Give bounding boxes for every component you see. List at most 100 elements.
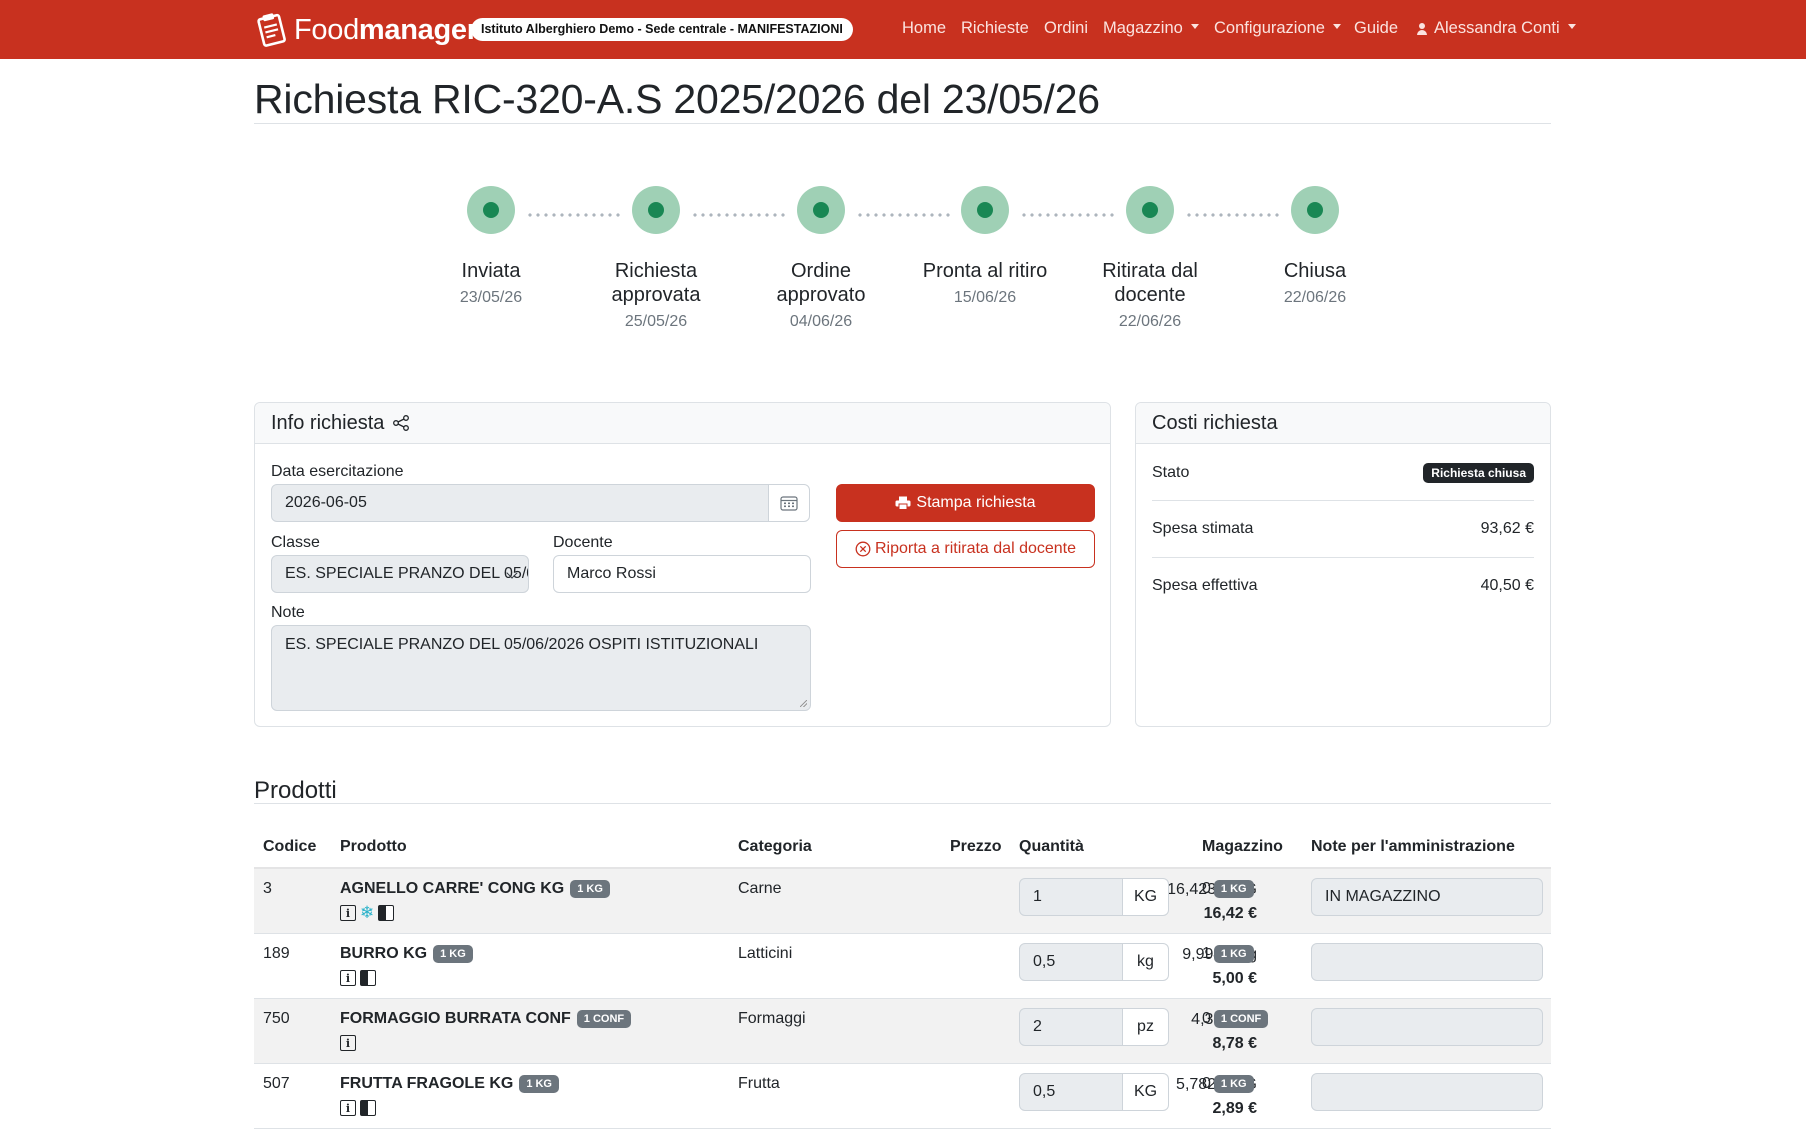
- chevron-down-icon: [1567, 24, 1576, 30]
- cell-prodotto: BURRO KG 1 KG: [340, 945, 473, 963]
- cell-prodotto: FORMAGGIO BURRATA CONF 1 CONF: [340, 1010, 632, 1028]
- docente-label: Docente: [553, 534, 613, 551]
- step-ordine-approvato: Ordine approvato 04/06/26: [746, 186, 896, 331]
- column-header-quantita: Quantità: [1019, 838, 1084, 855]
- info-icon[interactable]: i: [340, 970, 356, 986]
- product-name: FRUTTA FRAGOLE KG: [340, 1075, 514, 1092]
- divider: [1152, 557, 1534, 558]
- admin-note-input[interactable]: [1311, 1008, 1543, 1046]
- user-name: Alessandra Conti: [1434, 19, 1560, 37]
- product-name: BURRO KG: [340, 945, 428, 962]
- cell-magazzino: 01 KG: [1202, 880, 1254, 898]
- table-row: 507 FRUTTA FRAGOLE KG 1 KG i Frutta 5,782…: [254, 1064, 1551, 1129]
- step-date: 15/06/26: [953, 289, 1017, 306]
- step-label: Chiusa: [1283, 260, 1347, 282]
- nav-magazzino-dropdown[interactable]: Magazzino: [1103, 19, 1199, 38]
- riporta-ritirata-label: Riporta a ritirata dal docente: [875, 540, 1076, 557]
- chevron-down-icon: [1333, 24, 1341, 30]
- riporta-ritirata-button[interactable]: Riporta a ritirata dal docente: [836, 530, 1095, 568]
- prodotti-divider: [254, 803, 1551, 804]
- step-label: Pronta al ritiro: [922, 260, 1048, 282]
- admin-note-input[interactable]: IN MAGAZZINO: [1311, 878, 1543, 916]
- snowflake-icon: ❄: [360, 903, 375, 922]
- product-name: AGNELLO CARRE' CONG KG: [340, 880, 565, 897]
- info-icon[interactable]: i: [340, 1100, 356, 1116]
- price-total: 5,00 €: [1212, 970, 1257, 987]
- unit-badge: 1 KG: [1213, 945, 1254, 963]
- nav-guide[interactable]: Guide: [1354, 19, 1398, 38]
- step-pronta-al-ritiro: Pronta al ritiro 15/06/26: [910, 186, 1060, 307]
- admin-note-input[interactable]: [1311, 943, 1543, 981]
- step-done-icon: [797, 186, 845, 234]
- column-header-codice: Codice: [263, 838, 317, 855]
- table-row: 750 FORMAGGIO BURRATA CONF 1 CONF i Forma…: [254, 999, 1551, 1064]
- quantity-input[interactable]: 0,5: [1019, 943, 1123, 981]
- info-card-header: Info richiesta: [255, 403, 1110, 444]
- quantity-input[interactable]: 1: [1019, 878, 1123, 916]
- info-icon[interactable]: i: [340, 1035, 356, 1051]
- info-icon[interactable]: i: [340, 905, 356, 921]
- printer-icon: [895, 496, 911, 510]
- classe-select-value: ES. SPECIALE PRANZO DEL 05/06/2026: [285, 565, 528, 582]
- quantity-unit: KG: [1123, 878, 1169, 916]
- institute-badge: Istituto Alberghiero Demo - Sede central…: [471, 18, 853, 41]
- step-date: 25/05/26: [624, 313, 688, 330]
- page-title: Richiesta RIC-320-A.S 2025/2026 del 23/0…: [254, 76, 1100, 122]
- step-label: Inviata: [461, 260, 521, 282]
- nav-configurazione-label: Configurazione: [1214, 19, 1325, 37]
- nav-configurazione-dropdown[interactable]: Configurazione: [1214, 19, 1341, 38]
- quantity-input[interactable]: 2: [1019, 1008, 1123, 1046]
- user-icon: [1416, 23, 1428, 35]
- spesa-effettiva-value: 40,50 €: [1480, 577, 1534, 594]
- info-card-title: Info richiesta: [271, 411, 385, 434]
- column-header-prodotto: Prodotto: [340, 838, 407, 855]
- cell-codice: 750: [263, 1010, 290, 1027]
- cell-prodotto: FRUTTA FRAGOLE KG 1 KG: [340, 1075, 559, 1093]
- nav-richieste[interactable]: Richieste: [961, 19, 1029, 38]
- table-row: 189 BURRO KG1 KG i Latticini 9,994 €/kg …: [254, 934, 1551, 999]
- column-header-note: Note per l'amministrazione: [1311, 838, 1515, 855]
- stato-label: Stato: [1152, 464, 1190, 481]
- unit-badge: 1 KG: [570, 880, 610, 898]
- step-chiusa: Chiusa 22/06/26: [1240, 186, 1390, 307]
- cell-magazzino: 01 KG: [1202, 1075, 1254, 1093]
- status-badge: Richiesta chiusa: [1423, 463, 1534, 483]
- nav-ordini[interactable]: Ordini: [1044, 19, 1088, 38]
- quantity-input[interactable]: 0,5: [1019, 1073, 1123, 1111]
- note-textarea[interactable]: ES. SPECIALE PRANZO DEL 05/06/2026 OSPIT…: [271, 625, 811, 711]
- cell-codice: 507: [263, 1075, 290, 1092]
- stato-row: Stato Richiesta chiusa: [1152, 463, 1534, 483]
- step-done-icon: [1126, 186, 1174, 234]
- costi-richiesta-card: Costi richiesta Stato Richiesta chiusa S…: [1135, 402, 1551, 727]
- cell-categoria: Formaggi: [738, 1010, 806, 1027]
- calendar-button[interactable]: [768, 484, 810, 522]
- product-icons: i ❄: [340, 903, 395, 922]
- resize-handle-icon[interactable]: [800, 700, 807, 707]
- nav-home[interactable]: Home: [902, 19, 946, 38]
- step-date: 22/06/26: [1283, 289, 1347, 306]
- info-richiesta-card: Info richiesta Data esercitazione 2026-0…: [254, 402, 1111, 727]
- stock-qty: 0: [1202, 1010, 1211, 1027]
- share-icon[interactable]: [392, 414, 410, 432]
- unit-badge: 1 KG: [519, 1075, 559, 1093]
- half-square-icon: [360, 970, 376, 986]
- user-menu-dropdown[interactable]: Alessandra Conti: [1416, 19, 1576, 38]
- data-esercitazione-input[interactable]: 2026-06-05: [271, 484, 769, 522]
- admin-note-input[interactable]: [1311, 1073, 1543, 1111]
- docente-input[interactable]: Marco Rossi: [553, 555, 811, 593]
- cell-magazzino: 11 KG: [1202, 945, 1254, 963]
- price-total: 2,89 €: [1212, 1100, 1257, 1117]
- quantity-unit: kg: [1123, 943, 1169, 981]
- stock-qty: 0: [1202, 880, 1211, 897]
- prodotti-title: Prodotti: [254, 777, 337, 804]
- cell-codice: 3: [263, 880, 272, 897]
- step-date: 23/05/26: [459, 289, 523, 306]
- stampa-richiesta-button[interactable]: Stampa richiesta: [836, 484, 1095, 522]
- spesa-effettiva-row: Spesa effettiva 40,50 €: [1152, 577, 1534, 595]
- brand-logo-link[interactable]: Foodmanager: [254, 12, 478, 48]
- step-done-icon: [961, 186, 1009, 234]
- step-label: Ordine approvato: [776, 260, 866, 306]
- classe-select[interactable]: ES. SPECIALE PRANZO DEL 05/06/2026: [271, 555, 529, 593]
- spesa-stimata-value: 93,62 €: [1480, 520, 1534, 537]
- step-richiesta-approvata: Richiesta approvata 25/05/26: [581, 186, 731, 331]
